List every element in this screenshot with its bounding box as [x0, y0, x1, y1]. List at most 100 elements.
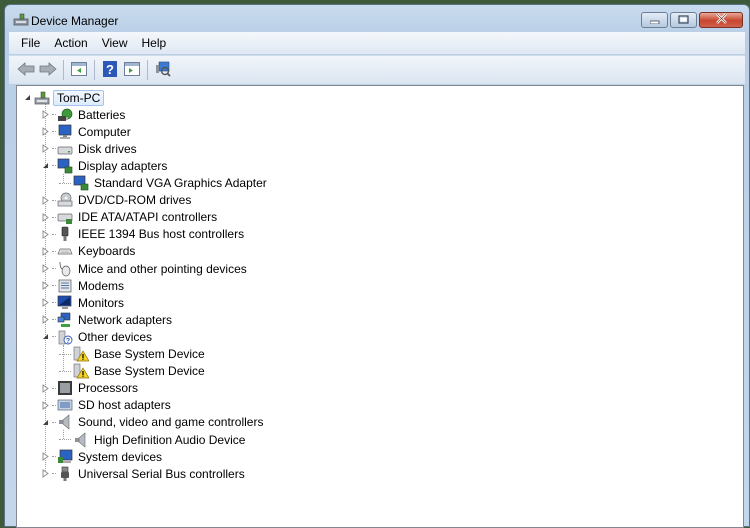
tree-item-system-devices[interactable]: System devices: [41, 448, 164, 465]
computer-icon: [57, 124, 73, 140]
toolbar-separator: [147, 60, 148, 80]
tree-item-label: Display adapters: [78, 158, 168, 173]
menu-action[interactable]: Action: [47, 36, 94, 50]
tree-item-processors[interactable]: Processors: [41, 380, 140, 397]
tree-item-label: Mice and other pointing devices: [78, 261, 247, 276]
tree-item-label: SD host adapters: [78, 398, 171, 413]
warning-device-icon: [73, 346, 89, 362]
tree-root[interactable]: Tom-PC: [23, 89, 105, 106]
tree-device-standard-vga-graphics-adapter[interactable]: Standard VGA Graphics Adapter: [59, 175, 269, 192]
sd-host-icon: [57, 397, 73, 413]
expand-toggle[interactable]: [41, 315, 50, 325]
tree-item-label: Computer: [78, 124, 131, 139]
expand-toggle[interactable]: [41, 452, 50, 461]
tree-item-other-devices[interactable]: ? Other devices: [41, 328, 154, 345]
menu-help[interactable]: Help: [135, 36, 174, 50]
firewire-icon: [57, 226, 73, 242]
tree-device-label: High Definition Audio Device: [94, 432, 246, 447]
tree-item-display-adapters[interactable]: Display adapters: [41, 157, 169, 174]
tree-item-batteries[interactable]: Batteries: [41, 106, 127, 123]
minimize-button[interactable]: [641, 12, 668, 28]
menu-view[interactable]: View: [95, 36, 135, 50]
tree-connector: [52, 456, 56, 458]
forward-button[interactable]: [37, 59, 59, 81]
tree-connector: [52, 285, 56, 287]
tree-item-modems[interactable]: Modems: [41, 277, 126, 294]
tree-item-ieee-1394-bus-host-controllers[interactable]: IEEE 1394 Bus host controllers: [41, 226, 246, 243]
tree-connector: [52, 336, 56, 338]
dvd-drive-icon: [57, 192, 73, 208]
tree-guide-line: [63, 344, 64, 371]
tree-connector: [52, 216, 56, 218]
show-action-pane-button[interactable]: [121, 59, 143, 81]
tree-guide-line: [63, 430, 64, 440]
tree-item-keyboards[interactable]: Keyboards: [41, 243, 137, 260]
keyboard-icon: [57, 243, 73, 259]
collapse-toggle[interactable]: [41, 332, 50, 341]
tree-device-base-system-device[interactable]: Base System Device: [59, 363, 207, 380]
system-device-icon: [57, 449, 73, 465]
tree-item-label: Network adapters: [78, 312, 173, 327]
tree-connector: [59, 353, 71, 355]
help-button[interactable]: ?: [99, 59, 121, 81]
expand-toggle[interactable]: [41, 195, 50, 205]
collapse-toggle[interactable]: [41, 418, 50, 427]
tree-connector: [59, 182, 71, 184]
expand-toggle[interactable]: [41, 469, 50, 479]
tree-item-label: Monitors: [78, 295, 125, 310]
tree-connector: [52, 302, 56, 304]
maximize-button[interactable]: [670, 12, 697, 28]
title-bar[interactable]: Device Manager: [5, 5, 749, 35]
tree-item-disk-drives[interactable]: Disk drives: [41, 140, 139, 157]
tree-item-label: Keyboards: [78, 244, 136, 259]
toolbar: ?: [9, 55, 745, 84]
monitor-icon: [57, 295, 73, 311]
tree-item-ide-ata-atapi-controllers[interactable]: IDE ATA/ATAPI controllers: [41, 209, 219, 226]
expand-toggle[interactable]: [41, 400, 50, 410]
tree-item-network-adapters[interactable]: Network adapters: [41, 311, 174, 328]
expand-toggle[interactable]: [41, 264, 50, 273]
back-button[interactable]: [15, 59, 37, 81]
tree-item-label: IDE ATA/ATAPI controllers: [78, 210, 218, 225]
device-tree[interactable]: Tom-PC Batteries Computer Disk drives Displa…: [16, 85, 744, 528]
tree-device-label: Base System Device: [94, 347, 205, 361]
tree-connector: [52, 233, 56, 235]
expand-toggle[interactable]: [41, 247, 50, 256]
expand-toggle[interactable]: [41, 212, 50, 222]
menu-file[interactable]: File: [9, 36, 47, 50]
help-icon: ?: [103, 60, 117, 80]
expand-toggle[interactable]: [41, 229, 50, 239]
expand-toggle[interactable]: [23, 93, 32, 102]
scan-hardware-changes-button[interactable]: [152, 59, 174, 81]
expand-toggle[interactable]: [41, 383, 50, 393]
minimize-icon: [649, 13, 660, 27]
tree-item-dvd-cd-rom-drives[interactable]: DVD/CD-ROM drives: [41, 192, 193, 209]
expand-toggle[interactable]: [41, 281, 50, 290]
tree-item-sound-video-and-game-controllers[interactable]: Sound, video and game controllers: [41, 414, 265, 431]
back-arrow-icon: [17, 61, 35, 79]
show-hide-console-tree-icon: [71, 61, 87, 79]
tree-connector: [52, 114, 56, 116]
tree-item-computer[interactable]: Computer: [41, 123, 133, 140]
battery-icon: [57, 107, 73, 123]
tree-item-monitors[interactable]: Monitors: [41, 294, 126, 311]
scan-hardware-changes-icon: [155, 61, 171, 80]
collapse-toggle[interactable]: [41, 161, 50, 170]
expand-toggle[interactable]: [41, 110, 50, 119]
expand-toggle[interactable]: [41, 298, 50, 308]
modem-icon: [57, 278, 73, 294]
tree-device-high-definition-audio-device[interactable]: High Definition Audio Device: [59, 431, 247, 448]
tree-device-base-system-device[interactable]: Base System Device: [59, 346, 207, 363]
device-manager-app-icon: [13, 13, 29, 27]
expand-toggle[interactable]: [41, 144, 50, 154]
ide-controller-icon: [57, 209, 73, 225]
close-button[interactable]: [699, 12, 743, 28]
display-adapter-icon: [73, 175, 89, 191]
tree-item-universal-serial-bus-controllers[interactable]: Universal Serial Bus controllers: [41, 465, 247, 482]
tree-item-sd-host-adapters[interactable]: SD host adapters: [41, 397, 173, 414]
display-adapter-icon: [57, 158, 73, 174]
tree-item-mice-and-other-pointing-devices[interactable]: Mice and other pointing devices: [41, 260, 249, 277]
show-hide-console-tree-button[interactable]: [68, 59, 90, 81]
tree-root-label: Tom-PC: [53, 89, 105, 106]
expand-toggle[interactable]: [41, 127, 50, 137]
